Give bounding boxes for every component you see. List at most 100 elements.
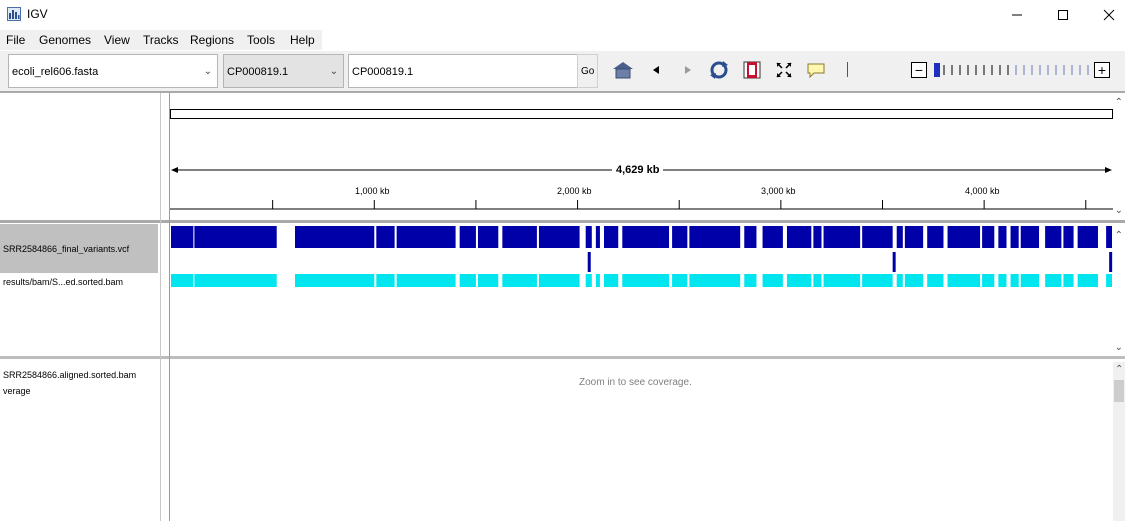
back-button[interactable] xyxy=(645,59,667,81)
scroll-up-icon[interactable]: ⌃ xyxy=(1115,364,1123,375)
coverage-block[interactable] xyxy=(459,274,476,287)
menu-tracks[interactable]: Tracks xyxy=(143,33,179,47)
bam-track-name[interactable]: results/bam/S...ed.sorted.bam xyxy=(3,277,158,287)
coverage-block[interactable] xyxy=(477,274,499,287)
variant-block[interactable] xyxy=(585,226,592,248)
variant-block[interactable] xyxy=(538,226,580,248)
coverage-block[interactable] xyxy=(502,274,537,287)
coverage-block[interactable] xyxy=(998,274,1007,287)
coverage-block[interactable] xyxy=(947,274,981,287)
coverage-block[interactable] xyxy=(813,274,822,287)
coverage-block[interactable] xyxy=(786,274,812,287)
menu-file[interactable]: File xyxy=(6,33,25,47)
coverage-block[interactable] xyxy=(1045,274,1062,287)
locus-input[interactable]: CP000819.1 xyxy=(348,54,578,88)
variant-block[interactable] xyxy=(672,226,688,248)
coverage-block[interactable] xyxy=(927,274,944,287)
coverage-block[interactable] xyxy=(762,274,783,287)
variant-block[interactable] xyxy=(1045,226,1062,248)
coverage-block[interactable] xyxy=(689,274,741,287)
variant-block[interactable] xyxy=(823,226,861,248)
variant-block[interactable] xyxy=(595,226,600,248)
variant-block[interactable] xyxy=(171,226,194,248)
resize-button[interactable] xyxy=(773,59,795,81)
menu-view[interactable]: View xyxy=(104,33,130,47)
forward-button[interactable] xyxy=(677,59,699,81)
region-navigator-button[interactable] xyxy=(741,59,763,81)
variant-block[interactable] xyxy=(744,226,757,248)
coverage-block[interactable] xyxy=(396,274,456,287)
scrollbar-thumb[interactable] xyxy=(1114,380,1124,402)
scroll-up-icon[interactable]: ⌃ xyxy=(1115,97,1123,108)
variant-block[interactable] xyxy=(1020,226,1040,248)
close-button[interactable] xyxy=(1086,0,1125,30)
coverage-block[interactable] xyxy=(823,274,861,287)
coverage-block[interactable] xyxy=(538,274,580,287)
ruler-panel[interactable] xyxy=(170,93,1113,220)
minimize-button[interactable] xyxy=(994,0,1040,30)
variant-block[interactable] xyxy=(459,226,476,248)
coverage-block[interactable] xyxy=(744,274,757,287)
variant-block[interactable] xyxy=(786,226,812,248)
coverage-block[interactable] xyxy=(1106,274,1112,287)
variant-block[interactable] xyxy=(194,226,277,248)
coverage-block[interactable] xyxy=(595,274,600,287)
variant-block[interactable] xyxy=(622,226,670,248)
variant-block[interactable] xyxy=(603,226,619,248)
maximize-button[interactable] xyxy=(1040,0,1086,30)
coverage-block[interactable] xyxy=(194,274,277,287)
variant-block[interactable] xyxy=(396,226,456,248)
menu-tools[interactable]: Tools xyxy=(247,33,275,47)
coverage-track-name[interactable]: SRR2584866.aligned.sorted.bam xyxy=(3,370,160,380)
coverage-block[interactable] xyxy=(862,274,893,287)
zoom-slider[interactable] xyxy=(932,62,1092,78)
coverage-block[interactable] xyxy=(896,274,903,287)
zoom-thumb[interactable] xyxy=(934,63,940,77)
variant-block[interactable] xyxy=(376,226,395,248)
zoom-in-button[interactable]: + xyxy=(1094,62,1110,78)
coverage-block[interactable] xyxy=(376,274,395,287)
coverage-block[interactable] xyxy=(904,274,924,287)
variant-block[interactable] xyxy=(904,226,924,248)
genome-dropdown[interactable]: ecoli_rel606.fasta ⌄ xyxy=(8,54,218,88)
coverage-block[interactable] xyxy=(1010,274,1019,287)
go-button[interactable]: Go xyxy=(577,54,598,88)
scroll-down-icon[interactable]: ⌄ xyxy=(1115,205,1123,216)
variant-block[interactable] xyxy=(1063,226,1074,248)
coverage-block[interactable] xyxy=(171,274,194,287)
coverage-block[interactable] xyxy=(622,274,670,287)
coverage-block[interactable] xyxy=(982,274,995,287)
home-button[interactable] xyxy=(612,59,634,81)
variant-block[interactable] xyxy=(502,226,537,248)
zoom-out-button[interactable]: − xyxy=(911,62,927,78)
coverage-block[interactable] xyxy=(603,274,619,287)
menu-regions[interactable]: Regions xyxy=(190,33,234,47)
coverage-block[interactable] xyxy=(1077,274,1098,287)
scrollbar[interactable]: ⌃ xyxy=(1113,362,1125,521)
menu-help[interactable]: Help xyxy=(290,33,315,47)
variant-block[interactable] xyxy=(1010,226,1019,248)
variant-block[interactable] xyxy=(813,226,822,248)
variant-marker[interactable] xyxy=(1109,252,1113,272)
variant-block[interactable] xyxy=(998,226,1007,248)
coverage-block[interactable] xyxy=(1020,274,1040,287)
variant-block[interactable] xyxy=(1077,226,1098,248)
scroll-down-icon[interactable]: ⌄ xyxy=(1115,342,1123,353)
variant-block[interactable] xyxy=(295,226,375,248)
variant-block[interactable] xyxy=(862,226,893,248)
menu-genomes[interactable]: Genomes xyxy=(39,33,91,47)
variant-block[interactable] xyxy=(982,226,995,248)
refresh-button[interactable] xyxy=(708,59,730,81)
variant-block[interactable] xyxy=(477,226,499,248)
variant-block[interactable] xyxy=(762,226,783,248)
chromosome-dropdown[interactable]: CP000819.1 ⌄ xyxy=(223,54,344,88)
variant-marker[interactable] xyxy=(892,252,896,272)
scroll-up-icon[interactable]: ⌃ xyxy=(1115,230,1123,241)
coverage-block[interactable] xyxy=(1063,274,1074,287)
coverage-block[interactable] xyxy=(295,274,375,287)
variant-block[interactable] xyxy=(947,226,981,248)
coverage-block[interactable] xyxy=(585,274,592,287)
variant-block[interactable] xyxy=(896,226,903,248)
data-tracks[interactable] xyxy=(170,224,1113,289)
variant-block[interactable] xyxy=(927,226,944,248)
